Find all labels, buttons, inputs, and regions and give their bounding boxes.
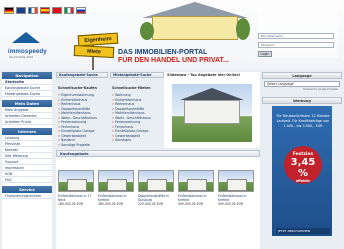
listing-caption[interactable]: Einfamilienhaus in Krefeld bbox=[178, 194, 214, 202]
logo-subtitle: Das Immobilien-Portal bbox=[9, 56, 34, 59]
mieten-list: Schnellsuche-Mieten Wohnung Einfamilienh… bbox=[112, 86, 164, 143]
kaufangebote-panel: Kaufangebote Einfamilienhaus in 17 Neck … bbox=[56, 150, 260, 249]
slideshow-title: Slideshow - Top Angebote hier Online! bbox=[167, 73, 241, 77]
ad-cta-button[interactable]: JETZT ABSCHLIESSEN bbox=[276, 228, 330, 234]
login-panel: Benutzername Passwort Login bbox=[258, 6, 338, 58]
flag-icon[interactable] bbox=[52, 7, 62, 14]
password-input[interactable]: Passwort bbox=[258, 42, 334, 48]
festzins-badge: Festzins 3,45 % effektiv bbox=[284, 146, 322, 184]
tagline: DAS IMMOBILIEN-PORTAL FÜR DEN HANDEL UND… bbox=[118, 49, 229, 65]
listing-card[interactable]: Einfamilienhaus in Krefeld 380.000,00 EU… bbox=[98, 170, 134, 206]
tagline-line-2: FÜR DEN HANDEL UND PRIVAT... bbox=[118, 57, 229, 64]
kaufen-list: Schnellsuche-Kaufen Eigentumswohnung Ein… bbox=[58, 86, 110, 147]
listing-card[interactable]: Einfamilienhaus in 17 Neck 180.000,00 EU… bbox=[58, 170, 94, 206]
werbung-heading: Werbung bbox=[262, 97, 342, 104]
flag-icon[interactable] bbox=[64, 7, 74, 14]
kaufen-link[interactable]: Sonstige-Projekte bbox=[58, 143, 110, 148]
listing-caption[interactable]: Doppelhaushälfte in Duisburg bbox=[138, 194, 174, 202]
language-select[interactable]: Select Language bbox=[264, 81, 340, 87]
sign-miete: Miete bbox=[73, 44, 115, 59]
listing-card[interactable]: Einfamilienhaus in Krefeld 490.000,00 EU… bbox=[178, 170, 214, 206]
tagline-line-1: DAS IMMOBILIEN-PORTAL bbox=[118, 49, 208, 56]
flag-icon[interactable] bbox=[28, 7, 38, 14]
language-heading: Language bbox=[262, 72, 342, 79]
listing-caption[interactable]: Einfamilienhaus in Krefeld bbox=[218, 194, 254, 202]
flag-icon[interactable] bbox=[40, 7, 50, 14]
house-logo-icon bbox=[12, 32, 40, 43]
sign-eigenheim: Eigenheim bbox=[77, 32, 119, 47]
listing-price: 490.000,00 EUR bbox=[218, 202, 244, 206]
mieten-link[interactable]: Sonstiges bbox=[112, 138, 164, 143]
listing-price: 180.000,00 EUR bbox=[58, 202, 84, 206]
listing-price: 225.000,00 EUR bbox=[138, 202, 164, 206]
sidebar-item-finanzierungsrechner[interactable]: Finanzierungsrechner bbox=[2, 193, 52, 199]
listing-caption[interactable]: Einfamilienhaus in Krefeld bbox=[98, 194, 134, 202]
ad-banner[interactable]: Für Neubezüchtsten 12 Monate Laufzeit. F… bbox=[272, 106, 332, 236]
listing-image[interactable] bbox=[178, 170, 214, 192]
listing-price: 490.000,00 EUR bbox=[178, 202, 204, 206]
badge-line-3: effektiv bbox=[295, 179, 311, 183]
header: immospeedy Das Immobilien-Portal Eigenhe… bbox=[0, 0, 344, 70]
badge-rate: 3,45 % bbox=[290, 157, 316, 179]
flag-icon[interactable] bbox=[16, 7, 26, 14]
listing-card[interactable]: Einfamilienhaus in Krefeld 490.000,00 EU… bbox=[218, 170, 254, 206]
flag-icon[interactable] bbox=[76, 7, 86, 14]
listing-price: 380.000,00 EUR bbox=[98, 202, 124, 206]
listing-caption[interactable]: Einfamilienhaus in 17 Neck bbox=[58, 194, 94, 202]
sidebar: Navigation Startseite Kaufangebote-Suche… bbox=[2, 72, 52, 249]
language-flags bbox=[4, 7, 86, 14]
ad-text: Für Neubezüchtsten 12 Monate Laufzeit. F… bbox=[276, 114, 330, 128]
listing-cards: Einfamilienhaus in 17 Neck 180.000,00 EU… bbox=[58, 170, 254, 206]
kaufen-title: Schnellsuche-Kaufen bbox=[58, 86, 97, 90]
sidebar-heading: Mein Daten bbox=[2, 100, 52, 107]
header-house-image bbox=[140, 2, 250, 40]
sidebar-heading: Navigation bbox=[2, 72, 52, 79]
tab-mietangebote[interactable]: Mietangebote-Suche bbox=[110, 72, 164, 78]
slideshow: Slideshow - Top Angebote hier Online! bbox=[164, 72, 260, 148]
powered-by-google: Powered by Google Translate bbox=[303, 88, 338, 91]
listing-image[interactable] bbox=[218, 170, 254, 192]
listing-image[interactable] bbox=[58, 170, 94, 192]
listing-image[interactable] bbox=[98, 170, 134, 192]
logo[interactable]: immospeedy Das Immobilien-Portal bbox=[8, 32, 48, 68]
logo-text: immospeedy bbox=[8, 48, 47, 55]
sidebar-heading: Service bbox=[2, 186, 52, 193]
username-input[interactable]: Benutzername bbox=[258, 33, 334, 39]
right-column: Language Select Language Powered by Goog… bbox=[262, 72, 342, 249]
sidebar-heading: Internes bbox=[2, 128, 52, 135]
login-button[interactable]: Login bbox=[258, 51, 272, 57]
listing-image[interactable] bbox=[138, 170, 174, 192]
tab-kaufangebote[interactable]: Kaufangebote-Suche bbox=[56, 72, 108, 78]
kaufangebote-title: Kaufangebote bbox=[56, 150, 260, 157]
slideshow-image[interactable] bbox=[172, 84, 252, 142]
flag-icon[interactable] bbox=[4, 7, 14, 14]
listing-card[interactable]: Doppelhaushälfte in Duisburg 225.000,00 … bbox=[138, 170, 174, 206]
mieten-title: Schnellsuche-Mieten bbox=[112, 86, 151, 90]
